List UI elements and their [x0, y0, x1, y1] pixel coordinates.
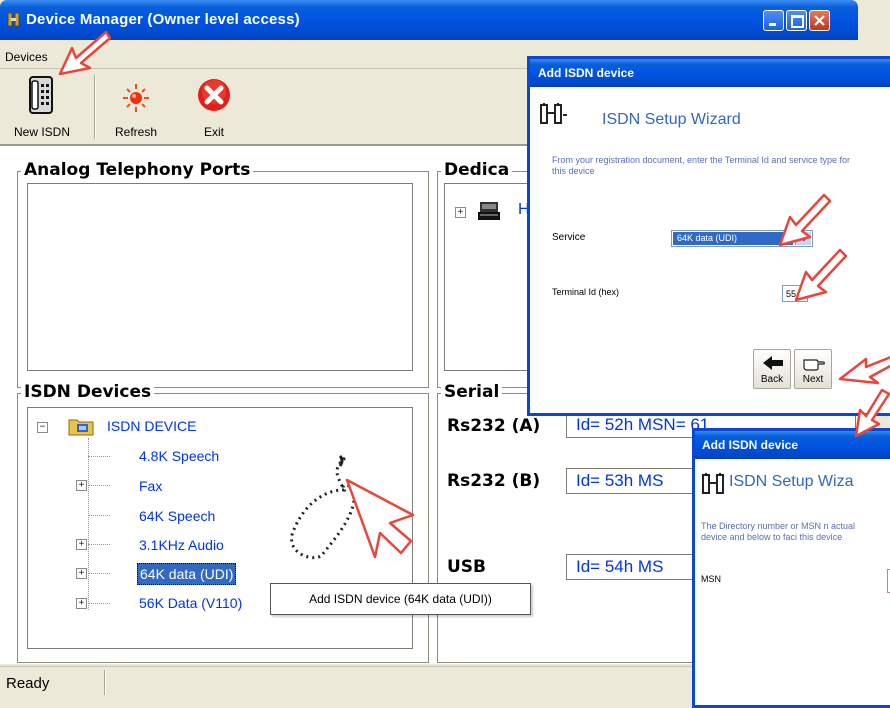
- minimize-button[interactable]: [763, 10, 784, 31]
- toolbar-separator: [94, 75, 96, 139]
- msn-label: MSN: [701, 574, 721, 584]
- exit-button[interactable]: Exit: [182, 73, 246, 141]
- service-value: 64K data (UDI): [673, 232, 793, 245]
- isdn-item[interactable]: 64K Speech: [139, 508, 215, 524]
- expand-icon[interactable]: +: [76, 568, 87, 579]
- tree-branch: [88, 485, 110, 486]
- dialog-title-bar[interactable]: Add ISDN device: [530, 59, 890, 87]
- service-label: Service: [552, 232, 586, 243]
- tree-branch: [88, 573, 110, 574]
- isdn-phone-icon: [29, 76, 53, 114]
- refresh-label: Refresh: [114, 125, 158, 139]
- folder-icon: [68, 419, 94, 436]
- wizard-instruction: From your registration document, enter t…: [552, 155, 850, 176]
- new-isdn-label: New ISDN: [13, 125, 70, 139]
- isdn-item-selected[interactable]: 64K data (UDI): [137, 563, 237, 585]
- isdn-item[interactable]: 56K Data (V110): [139, 595, 242, 611]
- close-button[interactable]: [809, 10, 830, 31]
- maximize-button[interactable]: [786, 10, 807, 31]
- status-text: Ready: [6, 675, 50, 692]
- tree-line: [88, 438, 89, 610]
- menu-devices[interactable]: Devices: [5, 50, 48, 64]
- tree-branch: [88, 544, 110, 545]
- title-bar[interactable]: Device Manager (Owner level access): [0, 0, 858, 40]
- tree-branch: [88, 515, 110, 516]
- annotation-arrow-icon: [58, 30, 112, 76]
- dialog-title: Add ISDN device: [702, 438, 799, 452]
- serial-row-label: USB: [447, 557, 487, 577]
- add-isdn-dialog: Add ISDN device ISDN Setup Wizard From y…: [527, 56, 890, 416]
- wizard-instruction: The Directory number or MSN n actual dev…: [701, 521, 856, 542]
- expand-icon[interactable]: +: [455, 207, 466, 218]
- expand-icon[interactable]: +: [76, 480, 87, 491]
- collapse-icon[interactable]: −: [37, 422, 48, 433]
- wizard-heading: ISDN Setup Wiza: [729, 473, 854, 490]
- annotation-arrow-icon: [794, 248, 848, 302]
- tree-branch: [88, 456, 110, 457]
- back-arrow-icon: [763, 356, 783, 370]
- close-icon: [814, 15, 825, 26]
- analog-group-title: Analog Telephony Ports: [21, 160, 254, 180]
- next-label: Next: [802, 374, 824, 385]
- next-button[interactable]: Next: [794, 349, 832, 389]
- isdn-item[interactable]: Fax: [139, 478, 162, 494]
- exit-label: Exit: [203, 125, 224, 139]
- isdn-item[interactable]: 3.1KHz Audio: [139, 537, 224, 553]
- isdn-item[interactable]: 4.8K Speech: [139, 448, 219, 464]
- isdn-root-label[interactable]: ISDN DEVICE: [107, 418, 196, 434]
- window-title: Device Manager (Owner level access): [26, 11, 300, 28]
- serial-row-label: Rs232 (A): [447, 416, 541, 436]
- back-label: Back: [760, 374, 784, 385]
- analog-list[interactable]: [27, 183, 413, 371]
- annotation-arrow-icon: [778, 193, 832, 247]
- wizard-icon: [540, 103, 567, 124]
- maximize-icon: [791, 15, 804, 28]
- refresh-button[interactable]: Refresh: [104, 73, 168, 141]
- add-isdn-dialog-msn: Add ISDN device ISDN Setup Wiza The Dire…: [692, 428, 890, 708]
- wizard-heading: ISDN Setup Wizard: [602, 111, 741, 128]
- pointing-hand-icon: [803, 359, 825, 371]
- refresh-light-icon: [123, 84, 149, 112]
- expand-icon[interactable]: +: [76, 598, 87, 609]
- wizard-icon: [702, 473, 724, 494]
- serial-group-title: Serial: [441, 382, 503, 402]
- app-icon: [7, 12, 20, 27]
- isdn-group-title: ISDN Devices: [21, 382, 155, 402]
- serial-row-label: Rs232 (B): [447, 471, 541, 491]
- status-divider: [104, 670, 106, 695]
- tooltip: Add ISDN device (64K data (UDI)): [270, 583, 531, 615]
- terminal-id-label: Terminal Id (hex): [552, 287, 620, 297]
- dedicated-group-title: Dedica: [441, 160, 513, 180]
- dialog-title: Add ISDN device: [538, 66, 635, 80]
- back-button[interactable]: Back: [753, 349, 791, 389]
- dedicated-device-icon: [478, 202, 500, 220]
- new-isdn-button[interactable]: New ISDN: [0, 73, 84, 141]
- annotation-arrow-icon: [854, 388, 890, 438]
- pointer-arrow-icon: [345, 478, 415, 559]
- expand-icon[interactable]: +: [76, 539, 87, 550]
- minimize-icon: [769, 23, 776, 26]
- exit-icon: [198, 79, 230, 111]
- tree-branch: [88, 603, 110, 604]
- annotation-arrow-icon: [838, 356, 890, 385]
